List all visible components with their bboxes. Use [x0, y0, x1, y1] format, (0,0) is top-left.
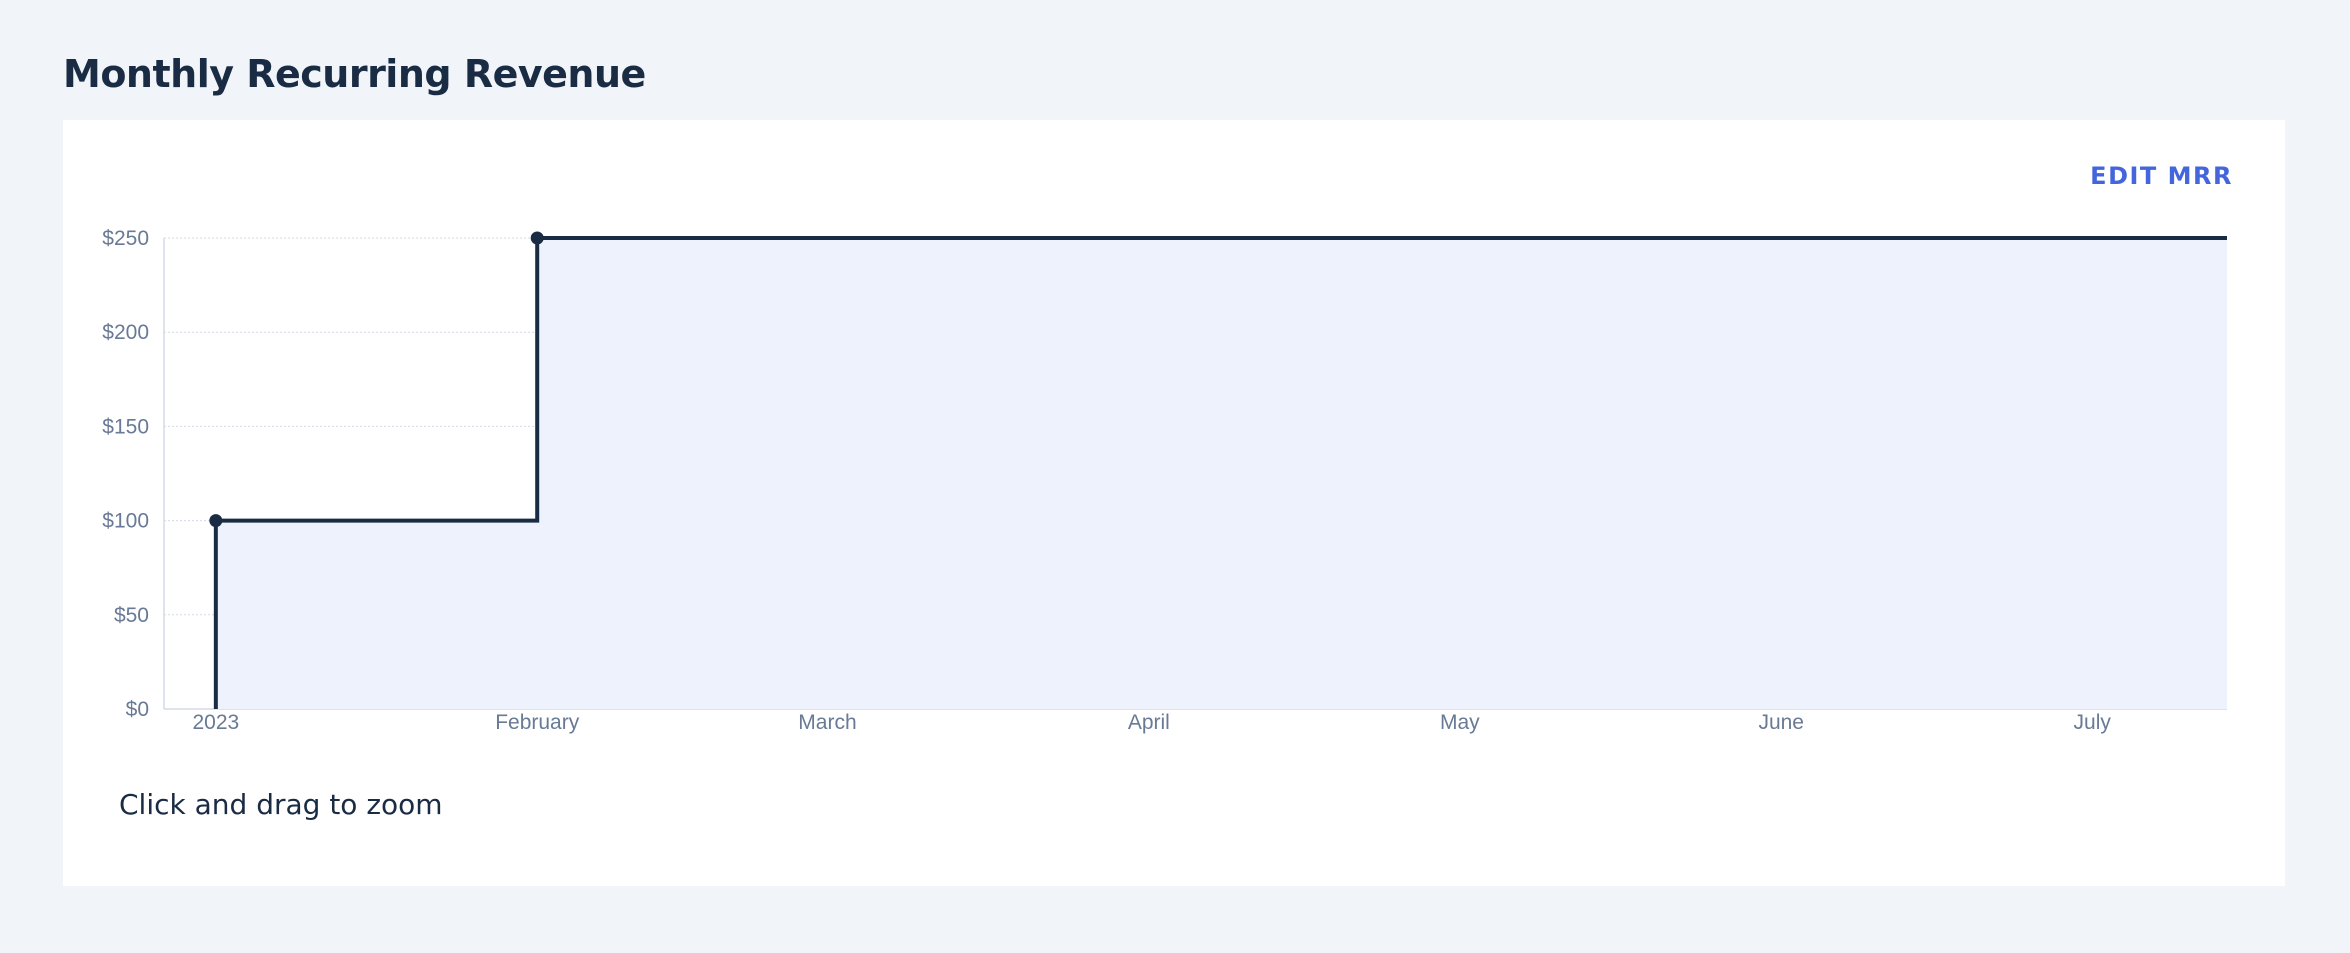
- x-tick-label: May: [1440, 711, 1480, 734]
- x-tick-label: March: [798, 711, 856, 734]
- data-point: [209, 514, 223, 528]
- y-tick-label: $0: [126, 698, 149, 721]
- y-tick-label: $100: [102, 510, 149, 533]
- y-tick-label: $200: [102, 321, 149, 344]
- x-tick-label: February: [495, 711, 580, 734]
- data-point: [530, 231, 544, 245]
- y-tick-label: $50: [114, 604, 149, 627]
- x-tick-label: April: [1128, 711, 1170, 734]
- y-tick-label: $250: [102, 227, 149, 250]
- y-tick-label: $150: [102, 415, 149, 438]
- zoom-hint: Click and drag to zoom: [119, 788, 443, 821]
- x-tick-label: 2023: [192, 711, 239, 734]
- mrr-card: EDIT MRR $0 $50 $100 $150 $200 $250 2023 Februa…: [63, 120, 2285, 886]
- page-title: Monthly Recurring Revenue: [63, 52, 646, 96]
- mrr-chart[interactable]: $0 $50 $100 $150 $200 $250 2023 February March Ap…: [63, 120, 2285, 740]
- x-tick-label: July: [2074, 711, 2112, 734]
- series-area: [215, 238, 2227, 709]
- x-tick-label: June: [1758, 711, 1804, 734]
